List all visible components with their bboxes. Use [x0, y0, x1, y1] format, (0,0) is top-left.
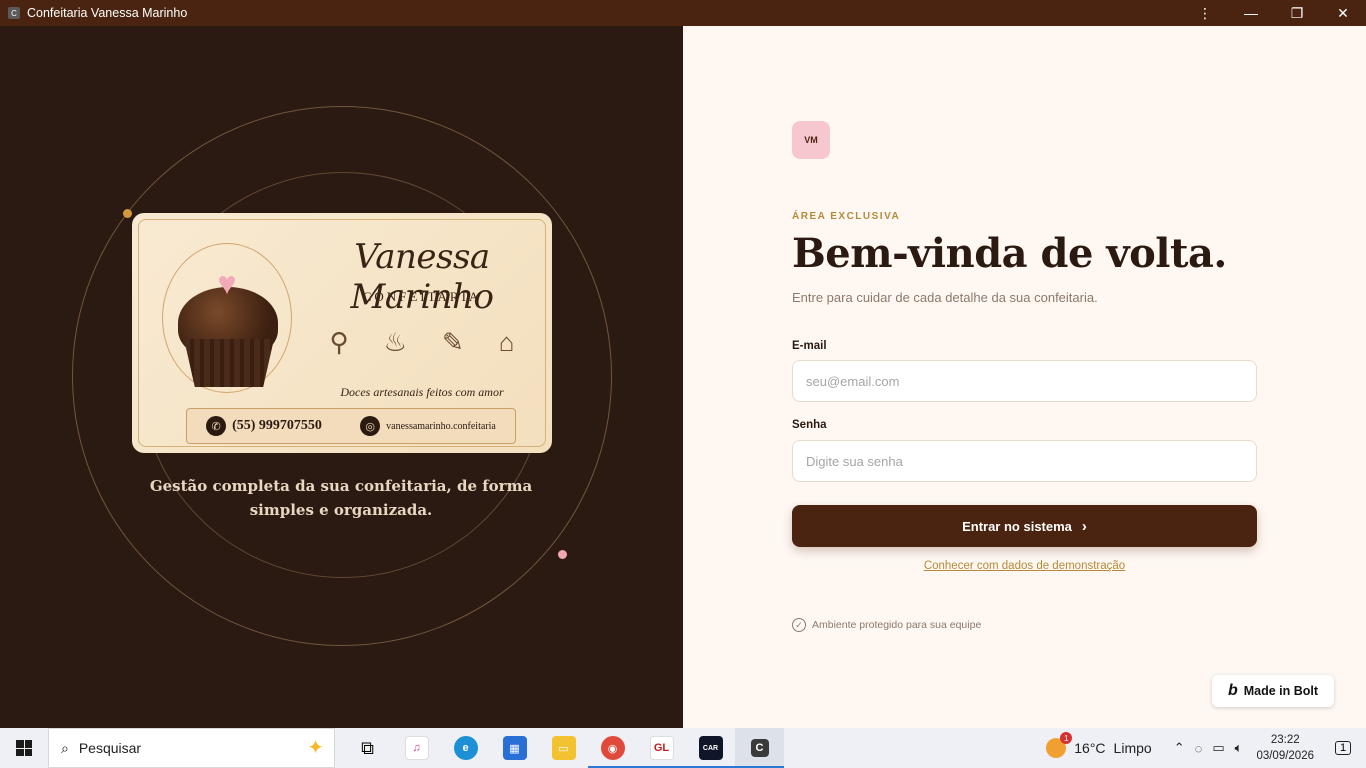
itunes-icon[interactable]: ♫ [392, 728, 441, 768]
piping-bag-icon: ✎ [441, 326, 464, 357]
whatsapp-icon: ✆ [206, 416, 227, 436]
notification-count: 1 [1334, 741, 1352, 755]
email-label: E-mail [792, 340, 827, 352]
search-icon: ⌕ [61, 739, 69, 756]
login-button-label: Entrar no sistema [962, 518, 1072, 534]
windows-logo-icon [16, 740, 32, 756]
car-app-icon[interactable]: CAR [686, 728, 735, 768]
cupcake-icon: ♨ [383, 326, 407, 357]
bolt-logo-icon: b [1227, 682, 1238, 699]
demo-data-link[interactable]: Conhecer com dados de demonstração [792, 560, 1257, 572]
weather-widget[interactable]: 1 16°C Limpo [1046, 732, 1152, 758]
taskbar-apps: ⧉ ♫ e ▦ ▭ ◉ GL CAR C [343, 728, 784, 768]
check-circle-icon: ✓ [792, 618, 806, 632]
chevron-up-icon[interactable]: ⌃ [1174, 740, 1185, 756]
business-card-image: ♥ Vanessa Marinho CONFEITARIA ⚲ ♨ ✎ ⌂ Do… [132, 213, 552, 453]
made-in-bolt-badge[interactable]: b Made in Bolt [1212, 675, 1334, 707]
decorative-dot-pink [558, 550, 567, 559]
tray-icons: ⌃ ◌ ▭ 🔈︎ [1174, 740, 1243, 756]
clock-time: 23:22 [1270, 734, 1300, 746]
baking-tools-illustration: ⚲ ♨ ✎ ⌂ [312, 311, 532, 373]
start-button[interactable] [0, 728, 48, 768]
taskbar: ⌕ Pesquisar ✦ ⧉ ♫ e ▦ ▭ ◉ GL CAR C 1 16°… [0, 728, 1366, 768]
volume-icon[interactable]: 🔈︎ [1235, 740, 1243, 756]
minimize-button[interactable]: — [1228, 0, 1274, 26]
security-note: ✓ Ambiente protegido para sua equipe [792, 618, 981, 632]
page-subtitle: Entre para cuidar de cada detalhe da sua… [792, 290, 1098, 305]
store-icon[interactable]: ▦ [490, 728, 539, 768]
clock-date: 03/09/2026 [1256, 750, 1314, 762]
clock[interactable]: 23:22 03/09/2026 [1256, 732, 1314, 764]
search-placeholder: Pesquisar [78, 740, 142, 756]
system-tray: 1 16°C Limpo ⌃ ◌ ▭ 🔈︎ 23:22 03/09/2026 1 [1046, 728, 1366, 768]
weather-badge: 1 [1060, 732, 1073, 744]
login-panel: VM ÁREA EXCLUSIVA Bem-vinda de volta. En… [683, 26, 1366, 728]
chevron-right-icon: › [1081, 517, 1087, 535]
whisk-icon: ⚲ [329, 326, 349, 357]
weather-desc: Limpo [1113, 740, 1152, 756]
file-explorer-icon[interactable]: ▭ [539, 728, 588, 768]
menu-kebab-icon[interactable]: ⋮ [1182, 0, 1228, 26]
card-instagram: vanessamarinho.confeitaria [386, 420, 496, 432]
decorative-dot-gold [123, 209, 132, 218]
taskbar-search[interactable]: ⌕ Pesquisar ✦ [48, 728, 335, 768]
window-title: Confeitaria Vanessa Marinho [27, 6, 188, 20]
chrome-icon[interactable]: ◉ [588, 728, 637, 768]
sparkle-icon: ✦ [307, 737, 324, 759]
card-contact-bar: ✆ (55) 999707550 ◎ vanessamarinho.confei… [186, 408, 516, 444]
weather-moon-icon: 1 [1046, 732, 1073, 758]
cake-icon: ⌂ [498, 326, 515, 357]
confeitaria-app-icon[interactable]: C [735, 728, 784, 768]
card-phone: (55) 999707550 [232, 418, 322, 433]
instagram-icon: ◎ [360, 416, 381, 436]
brand-caption: Gestão completa da sua confeitaria, de f… [149, 477, 533, 519]
battery-icon[interactable]: ▭ [1212, 740, 1224, 756]
email-field[interactable] [792, 360, 1257, 402]
window-titlebar: C Confeitaria Vanessa Marinho ⋮ — ❐ ✕ [0, 0, 1366, 26]
password-field[interactable] [792, 440, 1257, 482]
close-button[interactable]: ✕ [1320, 0, 1366, 26]
brigadeiro-cup-illustration [184, 339, 274, 387]
gl-app-icon[interactable]: GL [637, 728, 686, 768]
restore-button[interactable]: ❐ [1274, 0, 1320, 26]
eyebrow-label: ÁREA EXCLUSIVA [792, 211, 901, 222]
card-brand-sub: CONFEITARIA [362, 289, 482, 304]
security-note-text: Ambiente protegido para sua equipe [812, 619, 982, 631]
logo-badge: VM [792, 121, 830, 159]
app-icon: C [8, 7, 20, 19]
bolt-badge-label: Made in Bolt [1243, 684, 1319, 698]
weather-temp: 16°C [1074, 740, 1106, 756]
login-button[interactable]: Entrar no sistema › [792, 505, 1257, 547]
edge-icon[interactable]: e [441, 728, 490, 768]
task-view-icon[interactable]: ⧉ [343, 728, 392, 768]
heart-icon: ♥ [217, 265, 237, 301]
card-tagline: Doces artesanais feitos com amor [340, 385, 504, 399]
page-title: Bem-vinda de volta. [792, 230, 1227, 277]
window-controls: ⋮ — ❐ ✕ [1182, 0, 1366, 26]
brand-panel: ♥ Vanessa Marinho CONFEITARIA ⚲ ♨ ✎ ⌂ Do… [0, 26, 683, 728]
card-brand-name: Vanessa Marinho [350, 237, 494, 317]
password-label: Senha [792, 419, 827, 431]
network-icon[interactable]: ◌ [1195, 741, 1203, 756]
notification-icon[interactable]: 1 [1332, 737, 1354, 759]
